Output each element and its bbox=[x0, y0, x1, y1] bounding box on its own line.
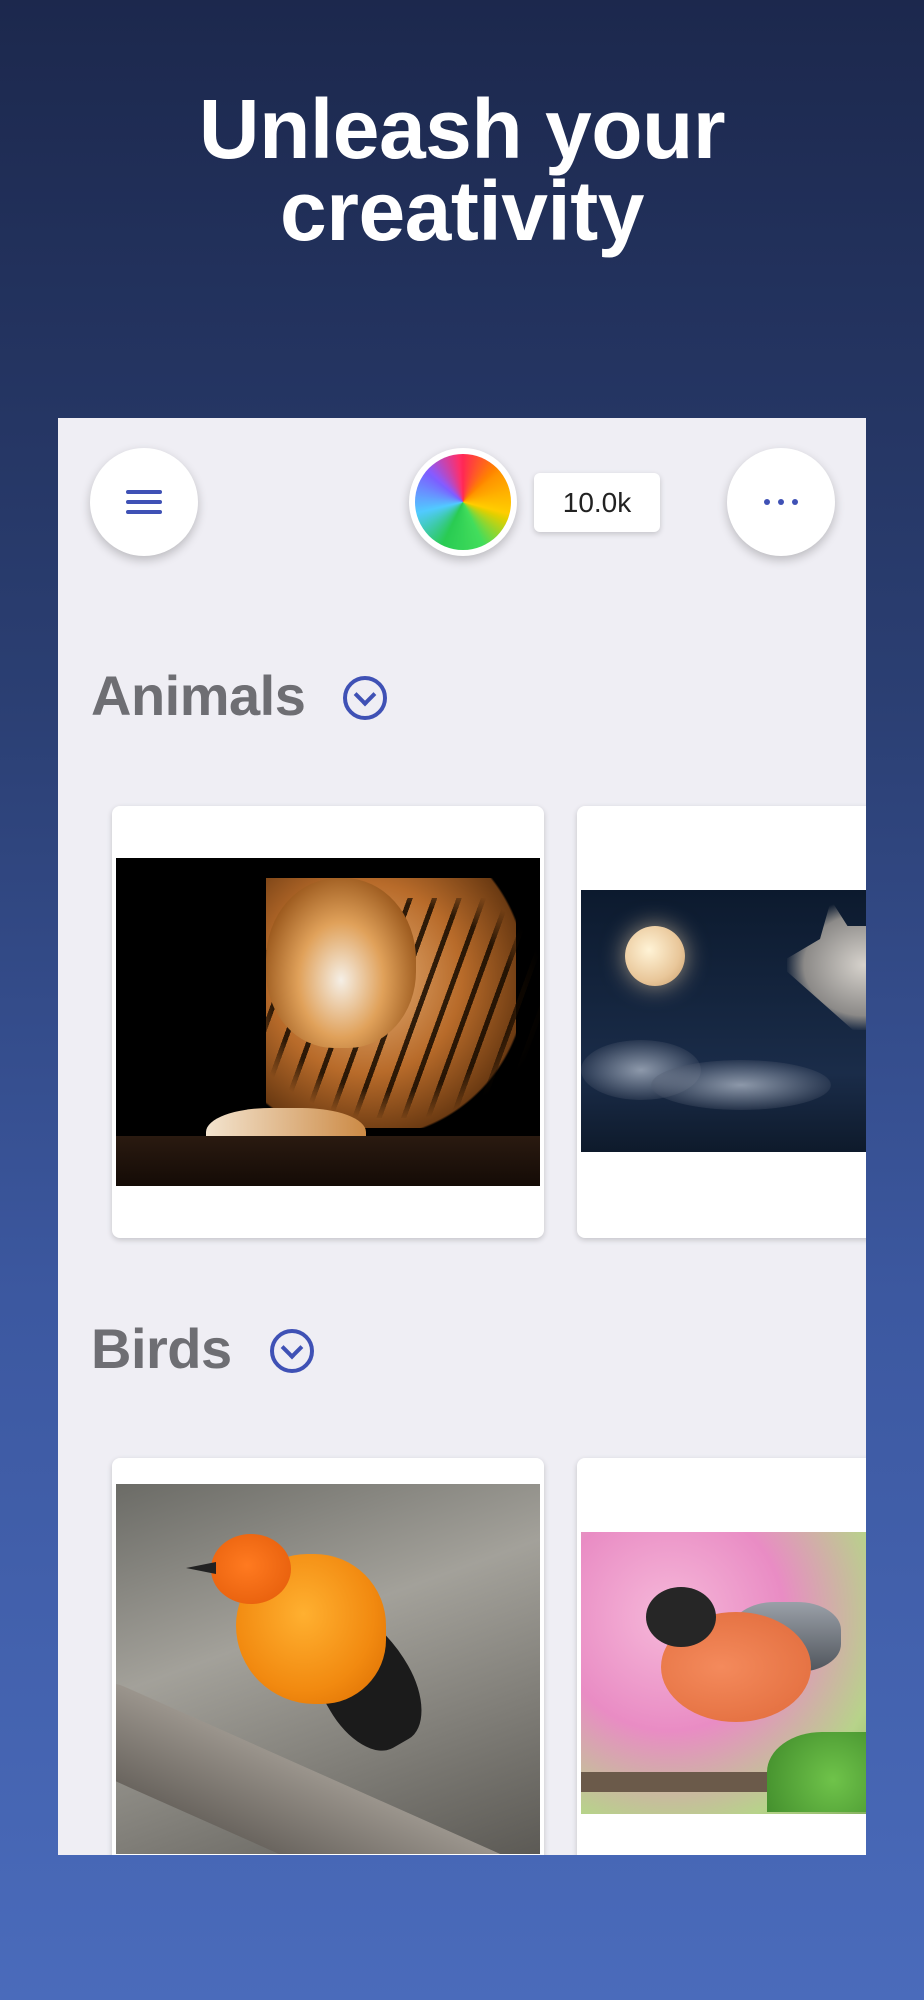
image-card-bullfinch[interactable] bbox=[577, 1458, 866, 1855]
headline-line-2: creativity bbox=[280, 164, 644, 258]
bullfinch-image bbox=[581, 1532, 866, 1814]
menu-button[interactable] bbox=[90, 448, 198, 556]
count-badge: 10.0k bbox=[534, 473, 660, 532]
chevron-down-circle-icon[interactable] bbox=[343, 675, 388, 720]
section-header-birds: Birds bbox=[91, 1316, 314, 1381]
hamburger-icon bbox=[126, 490, 162, 514]
more-horizontal-icon bbox=[764, 499, 798, 505]
tiger-image bbox=[116, 858, 540, 1186]
section-title: Animals bbox=[91, 664, 306, 727]
headline-line-1: Unleash your bbox=[198, 82, 726, 176]
image-card-oriole[interactable] bbox=[112, 1458, 544, 1855]
image-card-moon-wolf[interactable] bbox=[577, 806, 866, 1238]
more-button[interactable] bbox=[727, 448, 835, 556]
image-card-tiger[interactable] bbox=[112, 806, 544, 1238]
headline: Unleash your creativity bbox=[0, 82, 924, 258]
moon-wolf-image bbox=[581, 890, 866, 1152]
section-title: Birds bbox=[91, 1317, 232, 1380]
chevron-down-circle-icon[interactable] bbox=[269, 1328, 314, 1373]
app-screen: 10.0k Animals Birds bbox=[58, 418, 866, 1855]
color-wheel-icon bbox=[415, 454, 511, 550]
section-header-animals: Animals bbox=[91, 663, 388, 728]
oriole-image bbox=[116, 1484, 540, 1854]
color-picker-button[interactable] bbox=[409, 448, 517, 556]
